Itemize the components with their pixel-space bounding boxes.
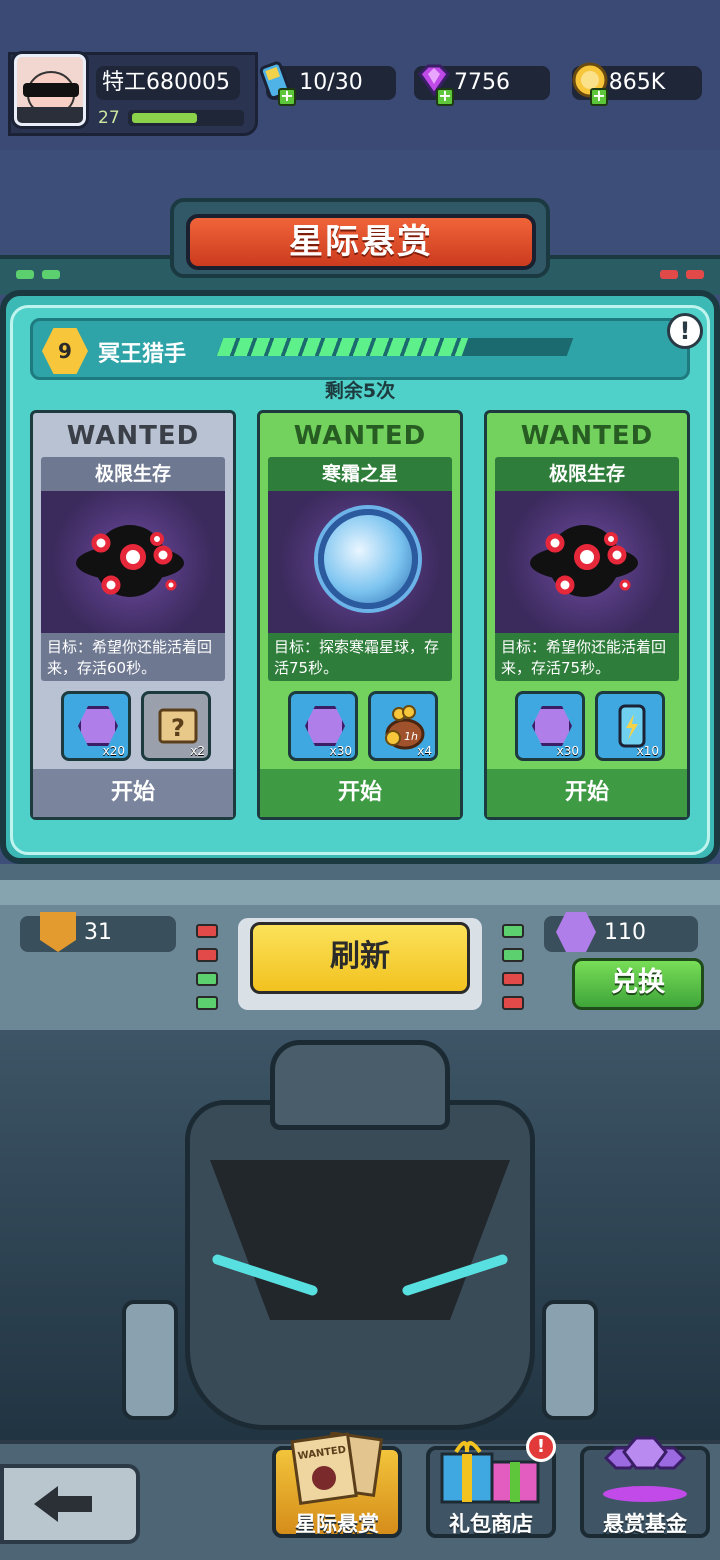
reward-count: x30 bbox=[329, 744, 352, 758]
console-rail bbox=[0, 880, 720, 908]
seat-armrest bbox=[542, 1300, 598, 1420]
purple-hex-token-icon bbox=[532, 706, 572, 746]
status-lamp-red bbox=[686, 270, 704, 279]
notification-badge: ! bbox=[526, 1432, 556, 1462]
dark-planet-image bbox=[495, 491, 679, 633]
seat-headrest bbox=[270, 1040, 450, 1130]
start-button[interactable]: 开始 bbox=[487, 769, 687, 817]
mystery-scroll-icon: ? bbox=[158, 708, 198, 744]
bounty-name: 极限生存 bbox=[495, 457, 679, 491]
console-led bbox=[502, 972, 524, 986]
bag-duration-tag: 1h bbox=[404, 730, 418, 743]
hunter-rank-title: 冥王猎手 bbox=[98, 342, 187, 367]
wanted-label: WANTED bbox=[520, 421, 654, 451]
console-led bbox=[502, 948, 524, 962]
exchange-button[interactable]: 兑换 bbox=[572, 958, 704, 1010]
status-lamp-red bbox=[660, 270, 678, 279]
player-avatar[interactable] bbox=[14, 54, 86, 126]
console-led bbox=[502, 924, 524, 938]
start-button[interactable]: 开始 bbox=[33, 769, 233, 817]
status-lamp-green bbox=[42, 270, 60, 279]
back-arrow-icon bbox=[34, 1486, 92, 1522]
reward-slot[interactable]: ? x2 bbox=[141, 691, 211, 761]
reward-count: x4 bbox=[417, 744, 432, 758]
bounty-description: 目标：希望你还能活着回来，存活60秒。 bbox=[41, 633, 225, 681]
start-button[interactable]: 开始 bbox=[260, 769, 460, 817]
energy-battery-icon bbox=[618, 704, 646, 748]
hunter-progress-fill bbox=[216, 338, 469, 356]
bounty-card: WANTED 极限生存 目标：希望你还能活着回来，存活75秒。 x30 x10 … bbox=[484, 410, 690, 820]
add-gold-button[interactable]: + bbox=[590, 88, 608, 106]
ice-planet-icon bbox=[318, 509, 418, 609]
console-led bbox=[196, 972, 218, 986]
player-level: 27 bbox=[98, 108, 120, 128]
player-name: 特工680005 bbox=[96, 66, 240, 100]
purple-hex-token-icon bbox=[305, 706, 345, 746]
dark-planet-icon bbox=[530, 525, 638, 597]
refresh-button[interactable]: 刷新 bbox=[250, 922, 470, 994]
bounty-description: 目标：希望你还能活着回来，存活75秒。 bbox=[495, 633, 679, 681]
hex-token-pile-icon bbox=[603, 1436, 687, 1502]
bounty-card: WANTED 极限生存 目标：希望你还能活着回来，存活60秒。 x20 ? x2… bbox=[30, 410, 236, 820]
avatar-sunglasses bbox=[23, 83, 79, 97]
reward-count: x30 bbox=[556, 744, 579, 758]
wanted-poster-icon: WANTED bbox=[290, 1432, 384, 1506]
console-led bbox=[196, 948, 218, 962]
svg-text:?: ? bbox=[171, 714, 185, 742]
token-count: 110 bbox=[604, 920, 646, 945]
bounty-description: 目标：探索寒霜星球，存活75秒。 bbox=[268, 633, 452, 681]
seat-armrest bbox=[122, 1300, 178, 1420]
add-energy-button[interactable]: + bbox=[278, 88, 296, 106]
tab-label: 悬赏基金 bbox=[603, 1512, 687, 1536]
tab-label: 星际悬赏 bbox=[295, 1512, 379, 1536]
reward-count: x10 bbox=[636, 744, 659, 758]
purple-hex-token-icon bbox=[78, 706, 118, 746]
reward-slot[interactable]: x10 bbox=[595, 691, 665, 761]
ice-planet-image bbox=[268, 491, 452, 633]
dark-planet-image bbox=[41, 491, 225, 633]
wanted-label: WANTED bbox=[66, 421, 200, 451]
reward-count: x2 bbox=[190, 744, 205, 758]
reward-slot[interactable]: 1h x4 bbox=[368, 691, 438, 761]
gem-value: 7756 bbox=[454, 70, 510, 95]
status-lamp-green bbox=[16, 270, 34, 279]
reward-slot[interactable]: x30 bbox=[288, 691, 358, 761]
xp-bar-fill bbox=[132, 113, 197, 123]
reward-slot[interactable]: x30 bbox=[515, 691, 585, 761]
add-gems-button[interactable]: + bbox=[436, 88, 454, 106]
avatar-suit bbox=[17, 107, 83, 123]
console-led bbox=[196, 996, 218, 1010]
info-button[interactable]: ! bbox=[667, 313, 703, 349]
bounty-name: 极限生存 bbox=[41, 457, 225, 491]
page-title: 星际悬赏 bbox=[186, 214, 536, 270]
console-led bbox=[196, 924, 218, 938]
console-led bbox=[502, 996, 524, 1010]
gold-value: 865K bbox=[608, 70, 666, 95]
bounty-card: WANTED 寒霜之星 目标：探索寒霜星球，存活75秒。 x30 1h x4 开… bbox=[257, 410, 463, 820]
reward-count: x20 bbox=[102, 744, 125, 758]
reward-slot[interactable]: x20 bbox=[61, 691, 131, 761]
bounty-name: 寒霜之星 bbox=[268, 457, 452, 491]
tab-label: 礼包商店 bbox=[449, 1512, 533, 1536]
dark-planet-icon bbox=[76, 525, 184, 597]
energy-value: 10/30 bbox=[299, 70, 363, 95]
wanted-label: WANTED bbox=[293, 421, 427, 451]
remaining-attempts: 剩余5次 bbox=[324, 380, 396, 402]
badge-count: 31 bbox=[84, 920, 112, 945]
